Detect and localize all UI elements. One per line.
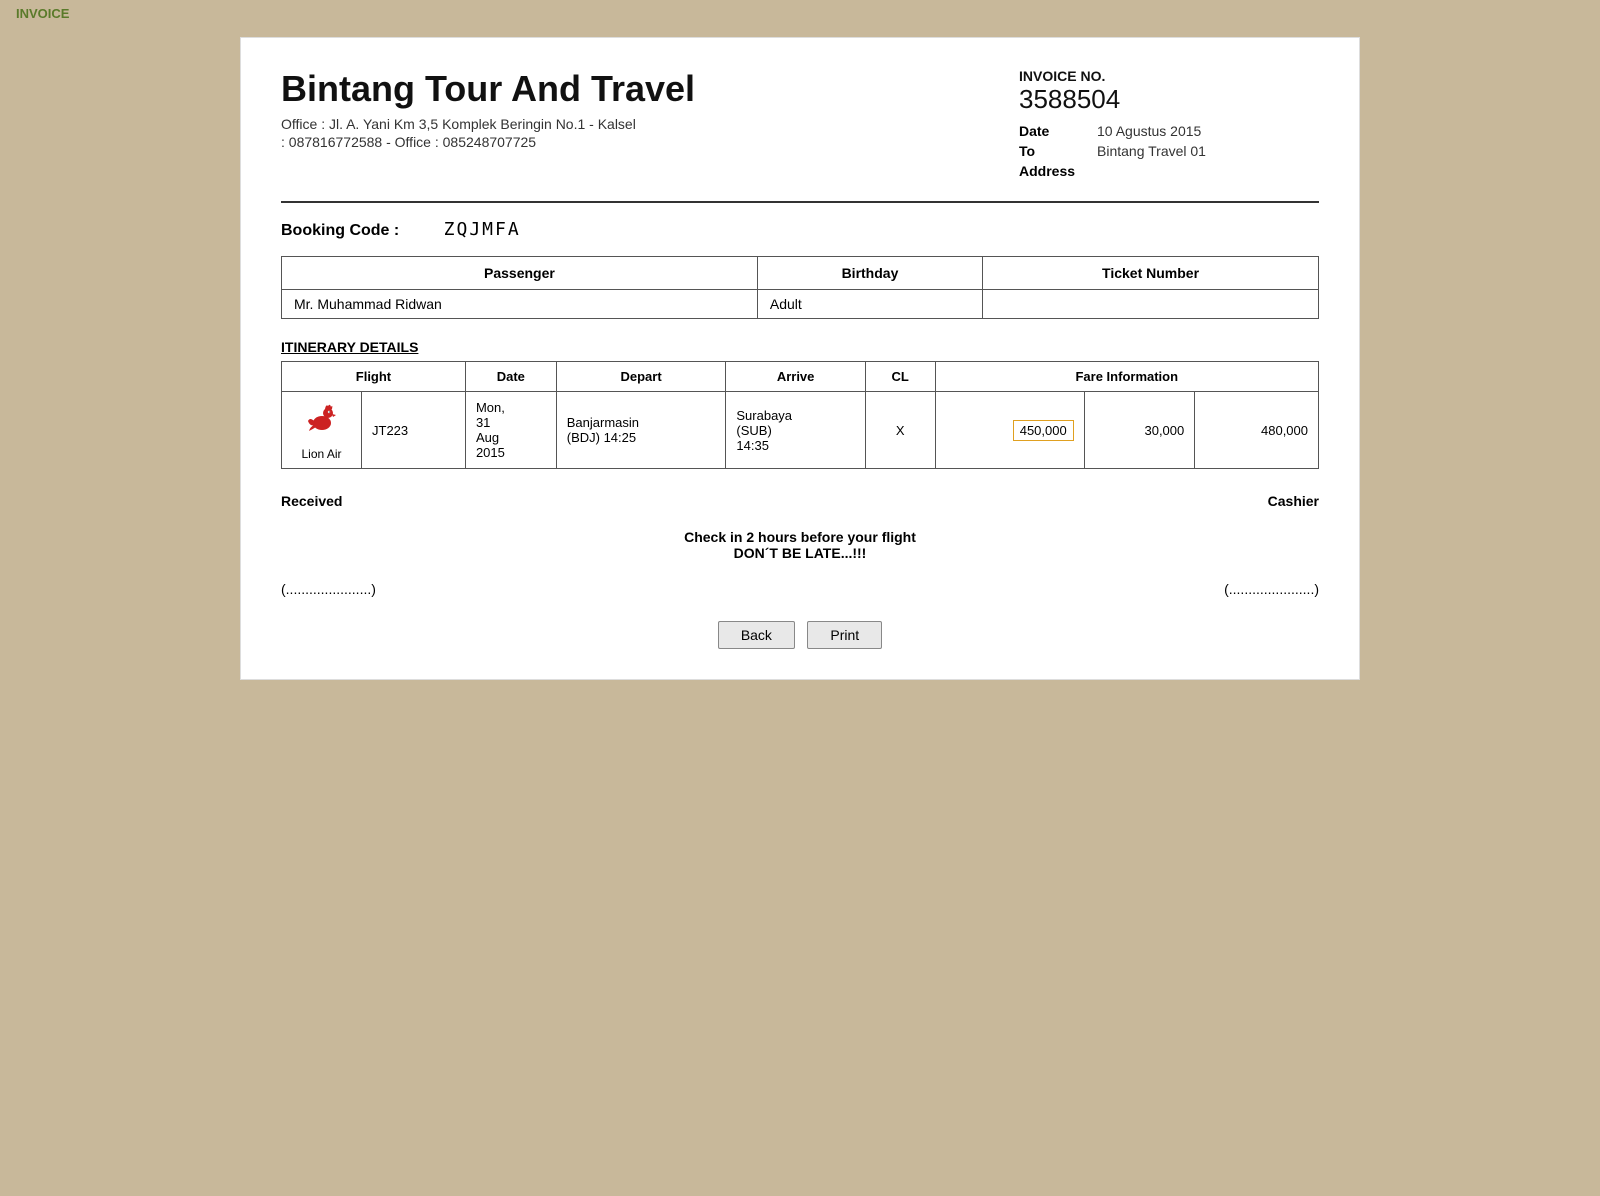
invoice-date-row: Date 10 Agustus 2015 xyxy=(1019,123,1319,139)
sig-right: (......................) xyxy=(1224,581,1319,597)
arrive-col-header: Arrive xyxy=(726,362,865,392)
fare-1: 450,000 xyxy=(935,392,1084,469)
passenger-ticket xyxy=(983,290,1319,319)
flight-cl: X xyxy=(865,392,935,469)
company-phone: : 087816772588 - Office : 085248707725 xyxy=(281,134,695,150)
passenger-table: Passenger Birthday Ticket Number Mr. Muh… xyxy=(281,256,1319,319)
received-label: Received xyxy=(281,493,342,509)
invoice-to-row: To Bintang Travel 01 xyxy=(1019,143,1319,159)
fare-2: 30,000 xyxy=(1084,392,1195,469)
booking-code-value: ZQJMFA xyxy=(444,219,521,240)
flight-number: JT223 xyxy=(362,392,466,469)
airline-name: Lion Air xyxy=(292,447,351,461)
check-in-text: Check in 2 hours before your flight xyxy=(281,529,1319,545)
dont-be-late: DON´T BE LATE...!!! xyxy=(281,545,1319,561)
company-address: Office : Jl. A. Yani Km 3,5 Komplek Beri… xyxy=(281,116,695,132)
to-label: To xyxy=(1019,143,1079,159)
depart-col-header: Depart xyxy=(556,362,726,392)
date-value: 10 Agustus 2015 xyxy=(1097,123,1201,139)
company-name: Bintang Tour And Travel xyxy=(281,68,695,110)
ticket-col-header: Ticket Number xyxy=(983,257,1319,290)
flight-arrive: Surabaya(SUB)14:35 xyxy=(726,392,865,469)
back-button[interactable]: Back xyxy=(718,621,795,649)
cashier-label: Cashier xyxy=(1268,493,1319,509)
booking-code-section: Booking Code : ZQJMFA xyxy=(281,219,1319,240)
address-label: Address xyxy=(1019,163,1079,179)
invoice-header: Bintang Tour And Travel Office : Jl. A. … xyxy=(281,68,1319,203)
passenger-row: Mr. Muhammad Ridwan Adult xyxy=(282,290,1319,319)
invoice-no-label: INVOICE NO. xyxy=(1019,68,1319,84)
topbar-label: INVOICE xyxy=(16,6,69,21)
footer-labels: Received Cashier xyxy=(281,493,1319,509)
itinerary-label: ITINERARY DETAILS xyxy=(281,339,1319,355)
booking-code-label: Booking Code : xyxy=(281,222,399,239)
fare-3: 480,000 xyxy=(1195,392,1319,469)
cl-col-header: CL xyxy=(865,362,935,392)
passenger-col-header: Passenger xyxy=(282,257,758,290)
fare-1-value: 450,000 xyxy=(1013,420,1074,441)
invoice-address-row: Address xyxy=(1019,163,1319,179)
to-value: Bintang Travel 01 xyxy=(1097,143,1206,159)
airline-logo-cell: Lion Air xyxy=(282,392,362,469)
footer-center: Check in 2 hours before your flight DON´… xyxy=(281,529,1319,561)
invoice-no-value: 3588504 xyxy=(1019,84,1319,115)
date-label: Date xyxy=(1019,123,1079,139)
sig-left: (......................) xyxy=(281,581,376,597)
button-row: Back Print xyxy=(281,621,1319,649)
print-button[interactable]: Print xyxy=(807,621,882,649)
passenger-birthday: Adult xyxy=(757,290,982,319)
footer-signatures: (......................) (..............… xyxy=(281,581,1319,597)
flight-col-header: Flight xyxy=(282,362,466,392)
flight-depart: Banjarmasin(BDJ) 14:25 xyxy=(556,392,726,469)
date-col-header: Date xyxy=(465,362,556,392)
flight-date: Mon,31Aug2015 xyxy=(465,392,556,469)
lion-air-icon xyxy=(300,399,344,443)
fare-col-header: Fare Information xyxy=(935,362,1318,392)
passenger-name: Mr. Muhammad Ridwan xyxy=(282,290,758,319)
company-info: Bintang Tour And Travel Office : Jl. A. … xyxy=(281,68,695,150)
invoice-meta: INVOICE NO. 3588504 Date 10 Agustus 2015… xyxy=(1019,68,1319,183)
birthday-col-header: Birthday xyxy=(757,257,982,290)
itinerary-table: Flight Date Depart Arrive CL Fare Inform… xyxy=(281,361,1319,469)
itinerary-row: Lion Air JT223 Mon,31Aug2015 Banjarmasin… xyxy=(282,392,1319,469)
